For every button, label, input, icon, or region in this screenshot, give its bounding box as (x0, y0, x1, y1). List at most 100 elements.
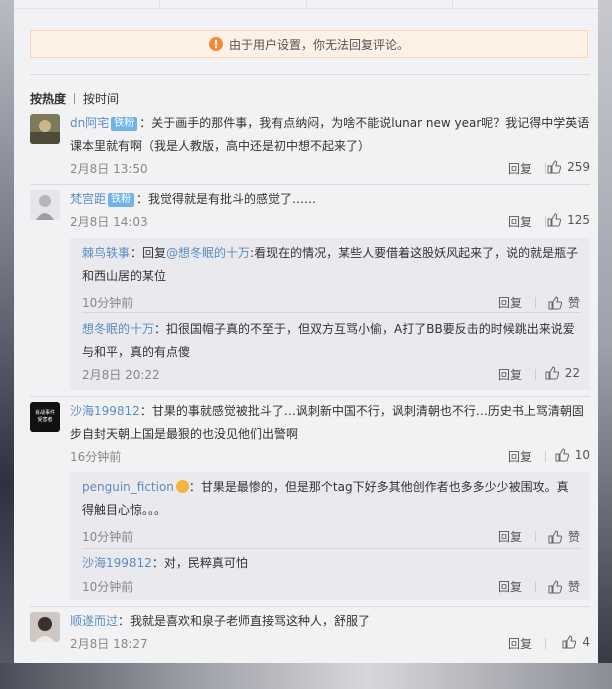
comment-body: ：我觉得就是有批斗的感觉了…… (136, 192, 317, 206)
reply-item: 棘鸟轶事：回复@想冬眠的十万:看现在的情况，某些人要借着这股妖风起来了，说的就是… (82, 242, 580, 310)
like-label: 赞 (567, 296, 580, 310)
timestamp: 2月8日 18:27 (70, 637, 148, 651)
like-count: 125 (567, 213, 590, 227)
reply-prefix: ：回复 (130, 246, 167, 260)
thumbs-up-icon (548, 529, 562, 543)
meta-separator (545, 451, 546, 462)
top-tab[interactable] (160, 0, 307, 8)
comment-body: ：关于画手的那件事，我有点纳闷，为啥不能说lunar new year呢？我记得… (70, 116, 590, 153)
reply-restricted-notice: ! 由于用户设置，你无法回复评论。 (30, 30, 588, 58)
avatar[interactable] (30, 114, 60, 144)
reply-button[interactable]: 回复 (508, 160, 532, 177)
timestamp: 10分钟前 (82, 296, 134, 310)
like-button[interactable]: 4 (562, 635, 590, 649)
like-button[interactable]: 125 (547, 213, 590, 227)
reply-item: 沙海199812：对，民粹真可怕 10分钟前 回复 赞 (82, 552, 580, 596)
reply-list: penguin_fiction ：甘果是最惨的，但是那个tag下好多其他创作者也多… (70, 472, 590, 600)
username-link[interactable]: 梵宫距 (70, 192, 106, 206)
thumbs-up-icon (547, 160, 562, 174)
timestamp: 2月8日 14:03 (70, 215, 148, 229)
comment-panel: ! 由于用户设置，你无法回复评论。 按热度 按时间 dn阿宅 铁粉 ：关于画手的那件事… (14, 0, 598, 663)
comment-item: dn阿宅 铁粉 ：关于画手的那件事，我有点纳闷，为啥不能说lunar new yea… (30, 112, 590, 182)
like-count: 10 (574, 448, 590, 462)
username-link[interactable]: 沙海199812 (70, 404, 140, 418)
comment-item: 顺遂而过：我就是喜欢和泉子老师直接骂这种人，舒服了 2月8日 18:27 回复 … (30, 610, 590, 656)
username-link[interactable]: 顺遂而过 (70, 614, 118, 628)
like-count: 22 (564, 366, 580, 380)
reply-item: penguin_fiction ：甘果是最惨的，但是那个tag下好多其他创作者也多… (82, 476, 580, 545)
divider (30, 74, 590, 75)
timestamp: 2月8日 13:50 (70, 162, 148, 176)
divider (30, 396, 590, 397)
like-button[interactable]: 22 (545, 366, 580, 380)
background-bottom (0, 663, 612, 689)
username-link[interactable]: dn阿宅 (70, 116, 109, 130)
comment-meta: 2月8日 18:27 回复 4 (70, 635, 590, 653)
comment-meta: 16分钟前 回复 10 (70, 448, 590, 466)
timestamp: 16分钟前 (70, 450, 122, 464)
comment-text: 梵宫距 铁粉 ：我觉得就是有批斗的感觉了…… (70, 188, 590, 211)
sort-separator (74, 93, 76, 104)
avatar-text-line: 受害者 (37, 417, 53, 423)
like-count: 259 (567, 160, 590, 174)
avatar[interactable]: 肖战事件 受害者 (30, 402, 60, 432)
meta-separator (535, 369, 536, 380)
meta-separator (545, 163, 546, 174)
background-right (598, 0, 612, 689)
avatar[interactable] (30, 612, 60, 642)
notice-text: 由于用户设置，你无法回复评论。 (228, 37, 409, 52)
fan-badge: 铁粉 (108, 193, 135, 207)
top-tab[interactable] (14, 0, 161, 8)
meta-separator (535, 531, 536, 542)
meta-separator (535, 297, 536, 308)
thumbs-up-icon (547, 213, 562, 227)
mention-link[interactable]: @想冬眠的十万 (166, 246, 250, 260)
comment-item: 肖战事件 受害者 沙海199812：甘果的事就感觉被批斗了…讽刺新中国不行，讽刺… (30, 400, 590, 466)
like-button[interactable]: 赞 (548, 528, 580, 545)
like-button[interactable]: 赞 (548, 294, 580, 311)
reply-button[interactable]: 回复 (498, 578, 522, 595)
comment-text: 顺遂而过：我就是喜欢和泉子老师直接骂这种人，舒服了 (70, 610, 590, 633)
username-link[interactable]: 想冬眠的十万 (82, 322, 154, 336)
reply-button[interactable]: 回复 (498, 366, 522, 383)
username-link[interactable]: 棘鸟轶事 (82, 246, 130, 260)
username-link[interactable]: 沙海199812 (82, 556, 152, 570)
reply-body: ：对，民粹真可怕 (151, 556, 248, 570)
like-button[interactable]: 259 (547, 160, 590, 174)
top-tab[interactable] (307, 0, 453, 8)
verified-icon (175, 480, 189, 493)
divider (82, 548, 580, 549)
reply-button[interactable]: 回复 (508, 448, 532, 465)
comment-meta: 2月8日 14:03 回复 125 (70, 213, 590, 231)
reply-body: ：扣很国帽子真的不至于，但双方互骂小偷，A打了BB要反击的时候跳出来说爱与和平，… (82, 322, 575, 359)
thumbs-up-icon (548, 579, 562, 593)
reply-meta: 10分钟前 回复 赞 (82, 294, 580, 312)
reply-meta: 10分钟前 回复 赞 (82, 578, 580, 596)
reply-list: 棘鸟轶事：回复@想冬眠的十万:看现在的情况，某些人要借着这股妖风起来了，说的就是… (70, 238, 590, 390)
like-button[interactable]: 10 (555, 448, 590, 462)
fan-badge: 铁粉 (111, 117, 138, 131)
reply-button[interactable]: 回复 (508, 213, 532, 230)
sort-by-hot[interactable]: 按热度 (30, 92, 66, 106)
timestamp: 10分钟前 (82, 580, 134, 594)
reply-text: penguin_fiction ：甘果是最惨的，但是那个tag下好多其他创作者也多… (82, 476, 580, 522)
timestamp: 2月8日 20:22 (82, 368, 160, 382)
top-tab[interactable] (453, 0, 598, 8)
reply-text: 棘鸟轶事：回复@想冬眠的十万:看现在的情况，某些人要借着这股妖风起来了，说的就是… (82, 242, 580, 288)
reply-meta: 2月8日 20:22 回复 22 (82, 366, 580, 384)
like-count: 4 (582, 635, 590, 649)
like-button[interactable]: 赞 (548, 578, 580, 595)
reply-button[interactable]: 回复 (498, 294, 522, 311)
comment-meta: 2月8日 13:50 回复 259 (70, 160, 590, 178)
avatar[interactable] (30, 190, 60, 220)
sort-by-time[interactable]: 按时间 (83, 92, 119, 106)
reply-text: 沙海199812：对，民粹真可怕 (82, 552, 580, 575)
reply-button[interactable]: 回复 (498, 528, 522, 545)
comment-text: 沙海199812：甘果的事就感觉被批斗了…讽刺新中国不行，讽刺清朝也不行…历史书… (70, 400, 590, 446)
comment-body: ：我就是喜欢和泉子老师直接骂这种人，舒服了 (118, 614, 371, 628)
thumbs-up-icon (555, 448, 569, 462)
background-left (0, 0, 14, 689)
reply-button[interactable]: 回复 (508, 635, 532, 652)
timestamp: 10分钟前 (82, 530, 134, 544)
username-link[interactable]: penguin_fiction (82, 480, 174, 494)
